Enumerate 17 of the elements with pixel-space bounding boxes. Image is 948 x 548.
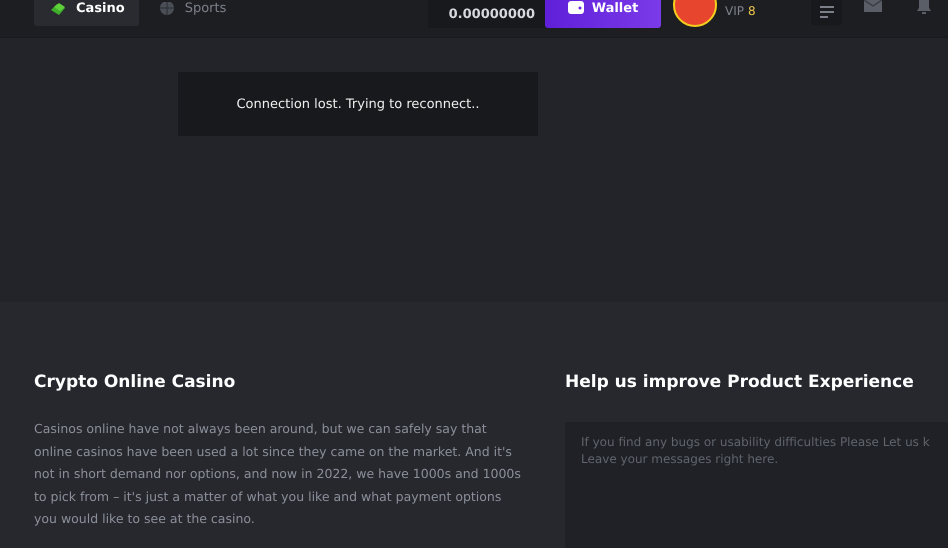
about-paragraph: Casinos online have not always been around, but we can safely say that online casinos have been used a lot since they came on the market. And it's not in short demand nor options, and now in 2022, we have 1000s and 1000s to pick from – it's just a matter of what you like and what payment options you would like to see at the casino. (34, 420, 522, 528)
nav-tab[interactable]: Casino (34, 0, 139, 26)
section-title: Help us improve Product Experience (565, 372, 915, 394)
vip-level: 8 (748, 4, 756, 18)
wallet-icon (568, 1, 584, 14)
ball-icon (158, 2, 175, 16)
list-button[interactable] (811, 0, 842, 25)
bell-icon[interactable] (916, 0, 932, 14)
toast-message: Connection lost. Trying to reconnect.. (236, 96, 480, 112)
balance-amount: 0.00000000 (448, 7, 535, 22)
cards-icon (50, 2, 66, 16)
section-title: Crypto Online Casino (34, 372, 236, 394)
list-icon (820, 6, 834, 18)
nav-tab[interactable]: Sports (142, 0, 240, 26)
wallet-button[interactable]: Wallet (545, 0, 661, 28)
feedback-field[interactable]: If you find any bugs or usability difficulties Please Let us k Leave your messages right here. (565, 422, 948, 548)
vip-label: VIP (725, 4, 744, 18)
